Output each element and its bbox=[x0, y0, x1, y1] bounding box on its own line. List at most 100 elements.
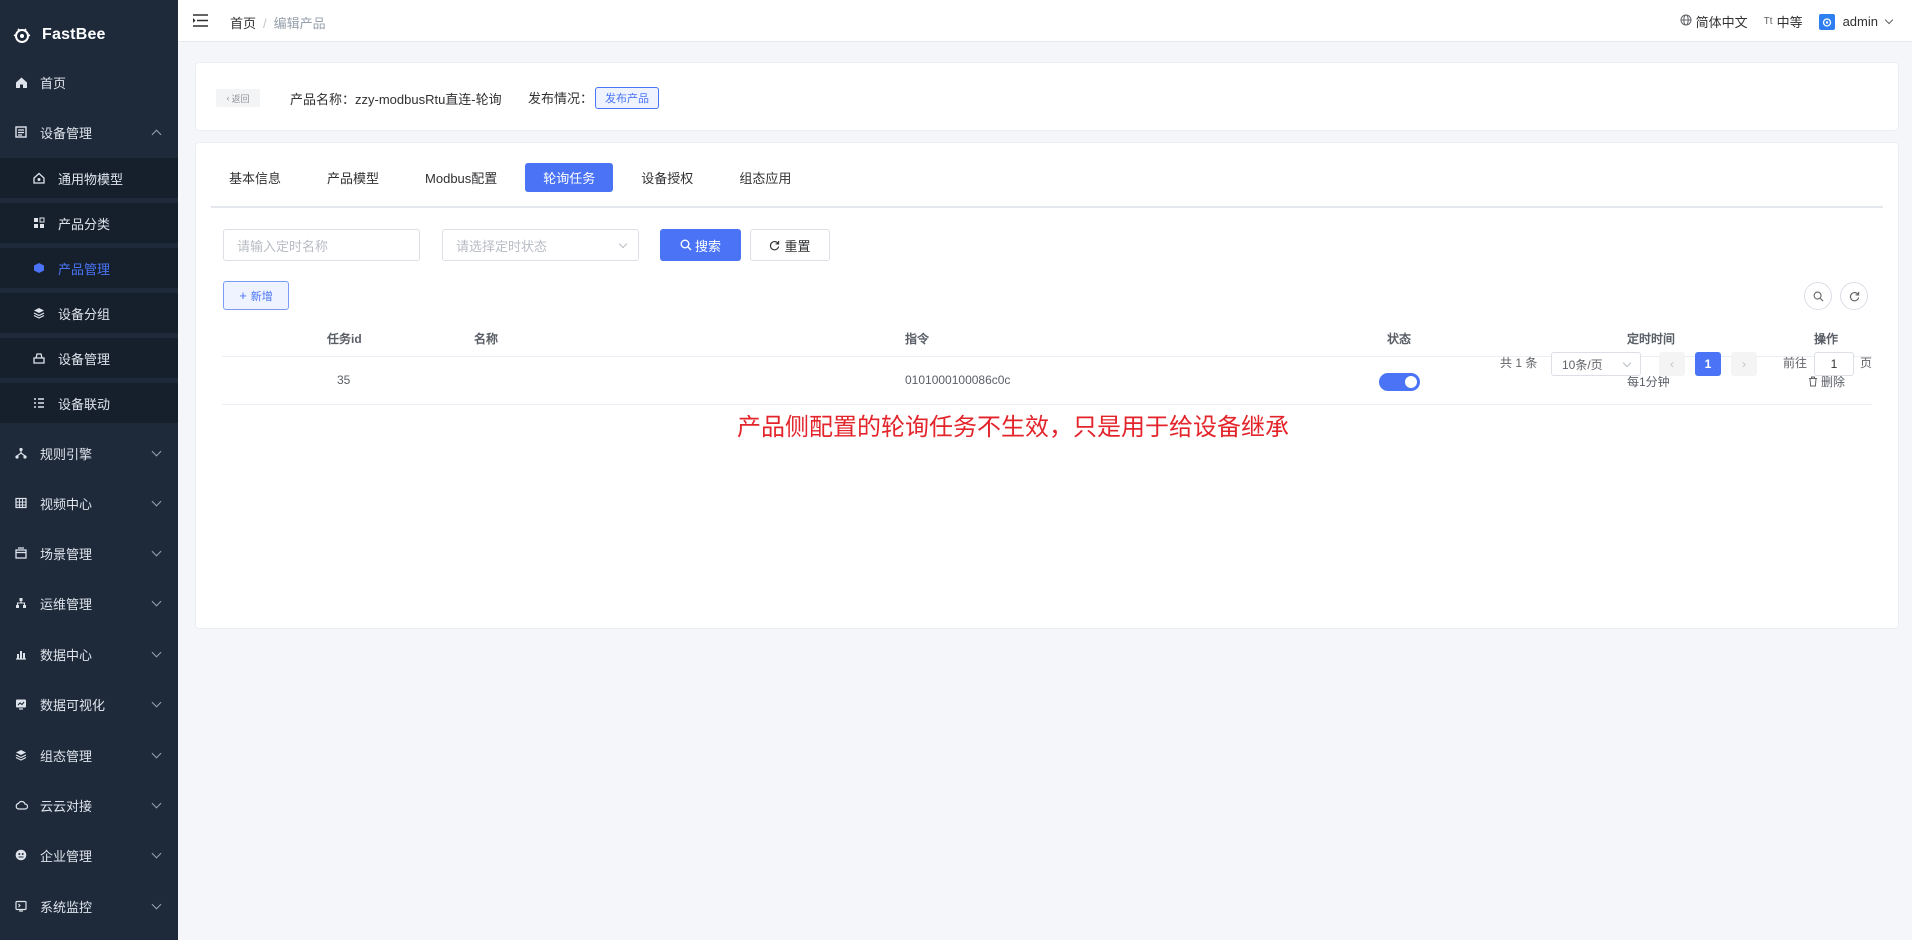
status-switch[interactable] bbox=[1379, 373, 1420, 391]
page-size-select[interactable]: 10条/页 bbox=[1551, 352, 1641, 376]
chevron-down-icon bbox=[151, 697, 162, 708]
breadcrumb-home[interactable]: 首页 bbox=[230, 16, 256, 31]
tab-scada-app[interactable]: 组态应用 bbox=[721, 163, 809, 192]
chevron-down-icon bbox=[151, 899, 162, 910]
annotation-note: 产品侧配置的轮询任务不生效，只是用于给设备继承 bbox=[737, 414, 1289, 441]
sidebar-item-system-monitor[interactable]: 系统监控 bbox=[0, 886, 178, 926]
sidebar-item-data-center[interactable]: 数据中心 bbox=[0, 634, 178, 674]
page-suffix: 页 bbox=[1860, 356, 1873, 370]
sidebar-item-label: 设备管理 bbox=[40, 125, 93, 141]
username: admin bbox=[1842, 14, 1878, 29]
tab-device-auth[interactable]: 设备授权 bbox=[623, 163, 711, 192]
group-icon bbox=[32, 306, 46, 320]
column-header-schedule: 定时时间 bbox=[1627, 332, 1676, 346]
chevron-left-icon: ‹ bbox=[226, 93, 230, 103]
back-button[interactable]: ‹ 返回 bbox=[216, 89, 260, 107]
tab-polling-task[interactable]: 轮询任务 bbox=[525, 163, 614, 192]
pagination-total: 共 1 条 bbox=[1500, 356, 1538, 370]
search-label: 搜索 bbox=[694, 238, 721, 254]
logo[interactable]: FastBee bbox=[0, 0, 178, 70]
ops-icon bbox=[14, 596, 28, 610]
next-page-button[interactable]: › bbox=[1731, 352, 1757, 376]
chevron-left-icon: ‹ bbox=[1670, 357, 1674, 371]
column-header-status: 状态 bbox=[1387, 332, 1412, 346]
sidebar-item-label: 规则引擎 bbox=[40, 446, 93, 462]
size-label: 中等 bbox=[1776, 15, 1803, 30]
product-tabs: 基本信息 产品模型 Modbus配置 轮询任务 设备授权 组态应用 bbox=[211, 163, 819, 193]
cell-task-id: 35 bbox=[337, 373, 351, 387]
chevron-down-icon bbox=[151, 798, 162, 809]
sidebar-item-label: 数据可视化 bbox=[40, 697, 106, 713]
task-status-select[interactable]: 请选择定时状态 bbox=[442, 229, 639, 261]
sidebar-item-device-group[interactable]: 设备分组 bbox=[0, 293, 178, 333]
plus-icon: + bbox=[239, 288, 247, 303]
chevron-down-icon bbox=[1622, 358, 1632, 368]
sidebar-item-label: 场景管理 bbox=[40, 546, 93, 562]
refresh-icon bbox=[770, 240, 780, 250]
product-name: 产品名称：zzy-modbusRtu直连-轮询 bbox=[290, 92, 502, 107]
page-button-current[interactable]: 1 bbox=[1695, 352, 1721, 376]
fastbee-logo-icon bbox=[13, 28, 31, 43]
size-select[interactable]: Tt 中等 bbox=[1764, 12, 1803, 31]
column-header-name: 名称 bbox=[474, 332, 499, 346]
sidebar-item-enterprise-management[interactable]: 企业管理 bbox=[0, 835, 178, 875]
chevron-down-icon bbox=[618, 239, 628, 249]
tab-basic-info[interactable]: 基本信息 bbox=[211, 163, 299, 192]
sidebar-item-video-center[interactable]: 视频中心 bbox=[0, 483, 178, 523]
tab-modbus-config[interactable]: Modbus配置 bbox=[407, 163, 515, 192]
chevron-down-icon bbox=[151, 748, 162, 759]
task-status-placeholder: 请选择定时状态 bbox=[456, 238, 548, 254]
refresh-table-button[interactable] bbox=[1840, 282, 1868, 310]
font-size-icon: Tt bbox=[1763, 16, 1773, 27]
sidebar-item-label: 云云对接 bbox=[40, 798, 93, 814]
sidebar-item-cloud-docking[interactable]: 云云对接 bbox=[0, 785, 178, 825]
column-header-command: 指令 bbox=[905, 332, 930, 346]
sidebar-item-product-category[interactable]: 产品分类 bbox=[0, 203, 178, 243]
sidebar-item-general-model[interactable]: 通用物模型 bbox=[0, 158, 178, 198]
hamburger-icon[interactable] bbox=[193, 14, 208, 27]
reset-button[interactable]: 重置 bbox=[750, 229, 830, 261]
sidebar-item-scada-management[interactable]: 组态管理 bbox=[0, 735, 178, 775]
sidebar-item-label: 首页 bbox=[40, 75, 67, 91]
cloud-icon bbox=[14, 798, 28, 812]
sidebar-item-label: 设备分组 bbox=[58, 306, 111, 322]
sidebar-item-scene-management[interactable]: 场景管理 bbox=[0, 533, 178, 573]
sidebar-item-device-linkage[interactable]: 设备联动 bbox=[0, 383, 178, 423]
publish-product-button[interactable]: 发布产品 bbox=[595, 87, 659, 109]
goto-page-input[interactable]: 1 bbox=[1814, 352, 1854, 376]
sidebar-item-device-management[interactable]: 设备管理 bbox=[0, 112, 178, 152]
toggle-search-button[interactable] bbox=[1804, 282, 1832, 310]
sidebar-item-label: 企业管理 bbox=[40, 848, 93, 864]
linkage-icon bbox=[32, 396, 46, 410]
sidebar-item-label: 系统监控 bbox=[40, 899, 93, 915]
language-select[interactable]: 简体中文 bbox=[1680, 12, 1748, 31]
sidebar-item-label: 视频中心 bbox=[40, 496, 93, 512]
language-label: 简体中文 bbox=[1695, 15, 1748, 30]
trash-icon bbox=[1809, 376, 1817, 387]
task-name-input[interactable]: 请输入定时名称 bbox=[223, 229, 420, 261]
sidebar-item-ops-management[interactable]: 运维管理 bbox=[0, 583, 178, 623]
sidebar-item-product-management[interactable]: 产品管理 bbox=[0, 248, 178, 288]
cell-command: 0101000100086c0c bbox=[905, 373, 1011, 387]
sidebar-item-data-visualization[interactable]: 数据可视化 bbox=[0, 684, 178, 724]
table-row-divider bbox=[222, 404, 1872, 405]
reset-label: 重置 bbox=[784, 238, 811, 254]
search-icon bbox=[1813, 291, 1823, 301]
sidebar-item-label: 运维管理 bbox=[40, 596, 93, 612]
tab-product-model[interactable]: 产品模型 bbox=[309, 163, 397, 192]
sidebar-item-home[interactable]: 首页 bbox=[0, 62, 178, 102]
sidebar: FastBee 首页 设备管理 通用物模型 产品分类 产品管理 设备分组 设备管… bbox=[0, 0, 178, 940]
video-icon bbox=[14, 496, 28, 510]
sidebar-item-rule-engine[interactable]: 规则引擎 bbox=[0, 433, 178, 473]
sidebar-item-device-manage[interactable]: 设备管理 bbox=[0, 338, 178, 378]
search-button[interactable]: 搜索 bbox=[660, 229, 741, 261]
task-name-placeholder: 请输入定时名称 bbox=[237, 238, 329, 254]
scene-icon bbox=[14, 546, 28, 560]
add-label: 新增 bbox=[250, 290, 273, 303]
top-right-tools: 简体中文 Tt 中等 admin bbox=[1664, 12, 1894, 31]
user-dropdown[interactable]: admin bbox=[1818, 13, 1894, 30]
chevron-down-icon bbox=[151, 647, 162, 658]
prev-page-button[interactable]: ‹ bbox=[1659, 352, 1685, 376]
add-task-button[interactable]: + 新增 bbox=[223, 281, 289, 310]
category-icon bbox=[32, 216, 46, 230]
